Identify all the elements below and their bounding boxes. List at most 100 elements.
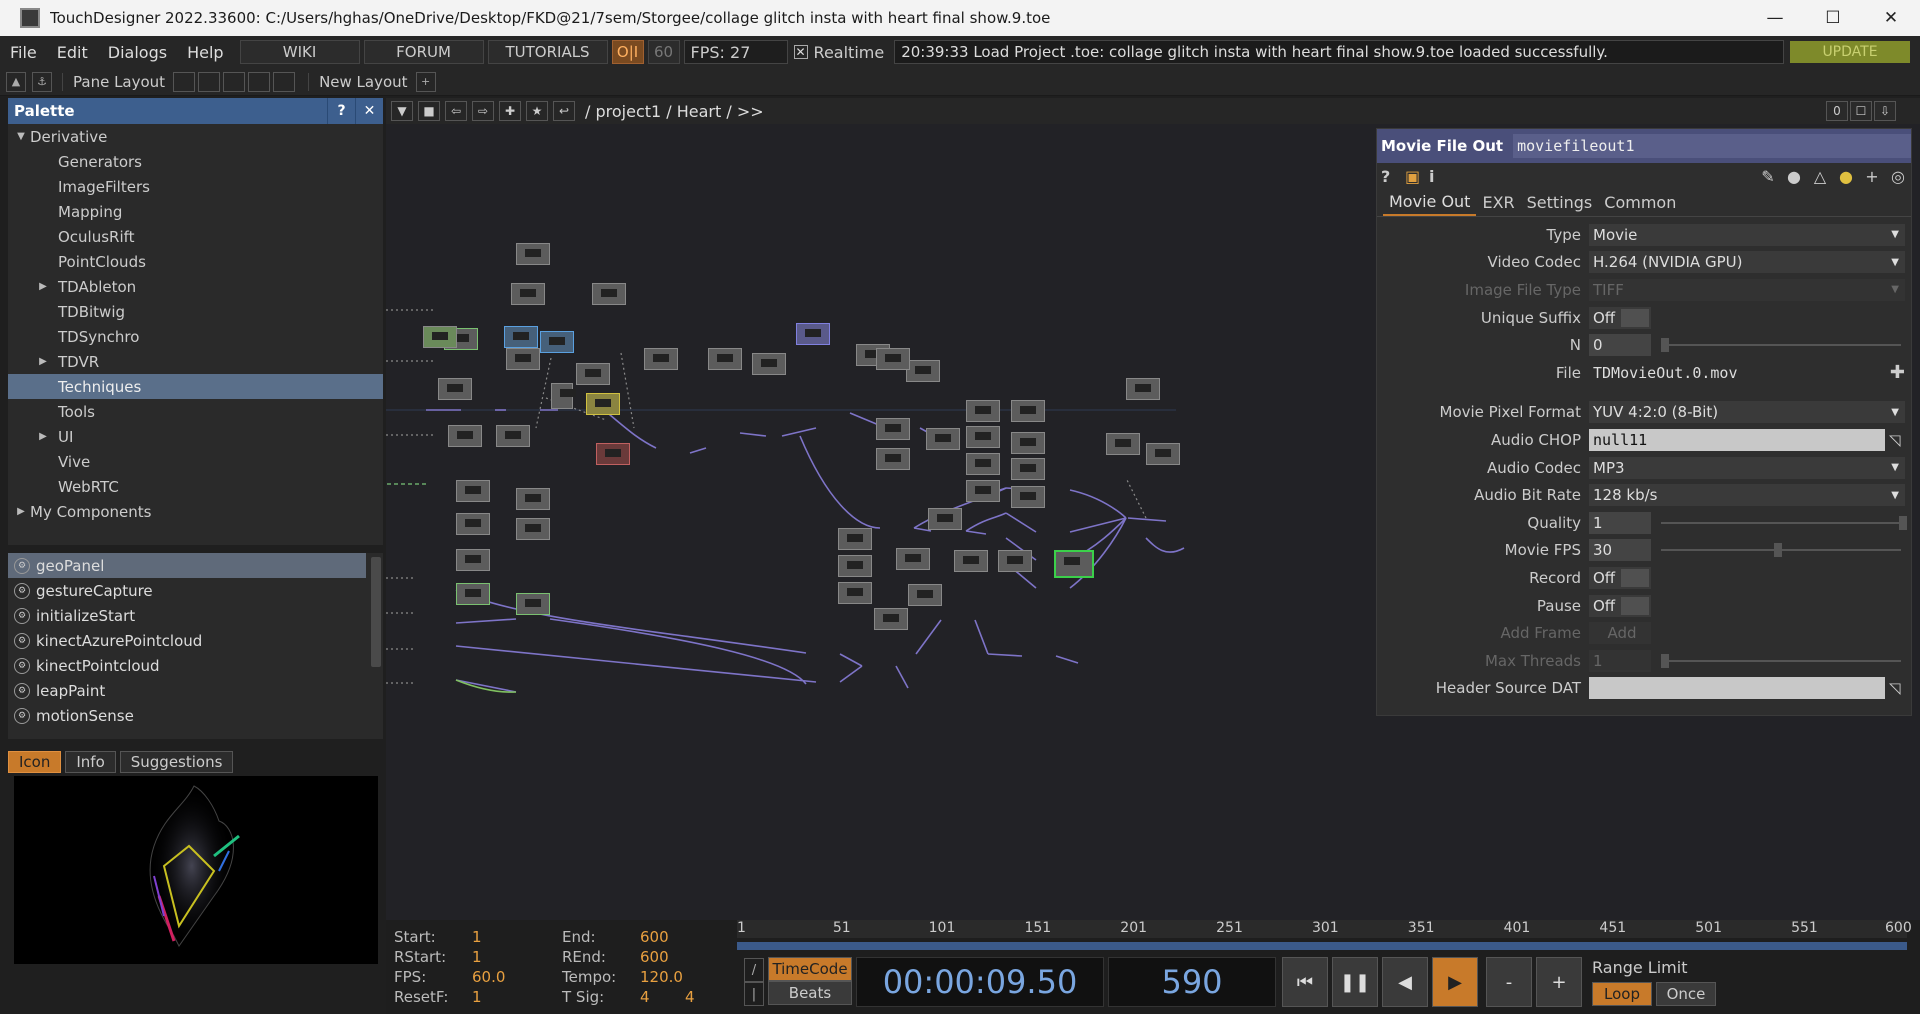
operator-node[interactable] bbox=[876, 418, 910, 440]
operator-node[interactable] bbox=[644, 348, 678, 370]
layout-four-button[interactable] bbox=[273, 71, 296, 92]
file-path-field[interactable]: TDMovieOut.0.mov bbox=[1589, 361, 1885, 384]
slider-handle[interactable] bbox=[1898, 515, 1907, 530]
operator-node[interactable] bbox=[926, 428, 960, 450]
palette-help-button[interactable]: ? bbox=[327, 98, 355, 124]
operator-node[interactable] bbox=[516, 593, 550, 615]
expand-arrow-icon[interactable]: ▶ bbox=[12, 506, 30, 517]
menu-dropdown-icon[interactable]: ▼ bbox=[391, 101, 413, 121]
perform-mode-button[interactable]: O|I bbox=[611, 40, 644, 64]
operator-reference-field[interactable]: null11 bbox=[1589, 428, 1885, 451]
parameter-slider[interactable] bbox=[1661, 653, 1901, 668]
layout-single-button[interactable] bbox=[173, 71, 196, 92]
parameter-tab[interactable]: Common bbox=[1598, 190, 1682, 216]
palette-tree-item[interactable]: ▶ My Components bbox=[8, 499, 383, 524]
tempo-value[interactable]: 120.0 bbox=[640, 968, 730, 988]
operator-node[interactable] bbox=[796, 323, 830, 345]
parameter-toggle[interactable]: Off bbox=[1589, 566, 1651, 589]
palette-tree-item[interactable]: ▶ TDVR bbox=[8, 349, 383, 374]
loop-button[interactable]: Loop bbox=[1592, 982, 1652, 1006]
pane-split-icon[interactable]: ⇩ bbox=[1874, 101, 1896, 121]
operator-node[interactable] bbox=[456, 549, 490, 571]
timecode-button[interactable]: TimeCode bbox=[768, 957, 852, 981]
expand-arrow-icon[interactable]: ▼ bbox=[12, 131, 30, 142]
operator-node[interactable] bbox=[456, 583, 490, 605]
operator-node[interactable] bbox=[456, 480, 490, 502]
rstart-value[interactable]: 1 bbox=[472, 948, 562, 968]
network-path[interactable]: / project1 / Heart / >> bbox=[585, 102, 764, 121]
fps-cap[interactable]: 60 bbox=[647, 40, 680, 64]
target-icon[interactable]: ◎ bbox=[1885, 167, 1911, 186]
tab-icon[interactable]: Icon bbox=[8, 751, 62, 773]
timeline-ruler[interactable]: 1 51 101 151 201 251 301 351 401 451 501 551 600 bbox=[737, 920, 1912, 938]
slider-handle[interactable] bbox=[1661, 338, 1669, 353]
beats-button[interactable]: Beats bbox=[768, 981, 852, 1005]
operator-node[interactable] bbox=[966, 480, 1000, 502]
new-layout-button[interactable]: + bbox=[415, 71, 436, 92]
end-value[interactable]: 600 bbox=[640, 928, 730, 948]
minimize-button[interactable]: — bbox=[1746, 0, 1804, 36]
operator-node[interactable] bbox=[511, 283, 545, 305]
operator-node[interactable] bbox=[906, 360, 940, 382]
expand-arrow-icon[interactable]: ▶ bbox=[34, 356, 52, 367]
operator-node[interactable] bbox=[540, 331, 574, 353]
resetf-value[interactable]: 1 bbox=[472, 988, 562, 1008]
operator-node[interactable] bbox=[908, 584, 942, 606]
operator-node[interactable] bbox=[838, 582, 872, 604]
operator-node[interactable] bbox=[504, 326, 538, 348]
up-icon[interactable]: ↩ bbox=[553, 101, 575, 121]
home-icon[interactable]: ✚ bbox=[499, 101, 521, 121]
parameter-tab[interactable]: EXR bbox=[1476, 190, 1520, 216]
frame-display[interactable]: 590 bbox=[1108, 957, 1276, 1007]
operator-node[interactable] bbox=[423, 326, 457, 348]
parameter-number-field[interactable]: 0 bbox=[1589, 334, 1651, 357]
operator-node[interactable] bbox=[966, 400, 1000, 422]
operator-node[interactable] bbox=[1126, 378, 1160, 400]
parameter-menu[interactable]: MP3 ▼ bbox=[1589, 456, 1905, 479]
operator-node[interactable] bbox=[752, 353, 786, 375]
add-frame-button[interactable]: Add bbox=[1589, 622, 1651, 645]
operator-node[interactable] bbox=[551, 383, 576, 409]
menu-help[interactable]: Help bbox=[177, 43, 233, 62]
palette-tree-item[interactable]: Mapping bbox=[8, 199, 383, 224]
menu-dialogs[interactable]: Dialogs bbox=[98, 43, 177, 62]
tsig-value[interactable]: 4 bbox=[640, 988, 685, 1008]
back-icon[interactable]: ⇦ bbox=[445, 101, 467, 121]
layout-split-h-button[interactable] bbox=[223, 71, 246, 92]
timeline-range-track[interactable] bbox=[737, 942, 1907, 950]
menu-file[interactable]: File bbox=[0, 43, 47, 62]
operator-node[interactable] bbox=[1011, 432, 1045, 454]
info-icon[interactable]: i bbox=[1429, 167, 1453, 186]
parameter-slider[interactable] bbox=[1661, 515, 1907, 530]
operator-node[interactable] bbox=[876, 348, 910, 370]
parameter-number-field[interactable]: 1 bbox=[1589, 649, 1651, 672]
component-list-item[interactable]: ⚙ leapPaint bbox=[8, 678, 366, 703]
comment-icon[interactable]: ● bbox=[1781, 167, 1807, 186]
palette-tree-item[interactable]: ▶ UI bbox=[8, 424, 383, 449]
parameter-tab[interactable]: Settings bbox=[1521, 190, 1599, 216]
operator-node[interactable] bbox=[456, 513, 490, 535]
step-back-icon[interactable]: ◀ bbox=[1382, 957, 1428, 1007]
component-list-item[interactable]: ⚙ initializeStart bbox=[8, 603, 366, 628]
component-list-item[interactable]: ⚙ geoPanel bbox=[8, 553, 366, 578]
operator-picker-icon[interactable]: ◹ bbox=[1889, 431, 1901, 449]
menu-edit[interactable]: Edit bbox=[47, 43, 98, 62]
timeline-slash-toggle[interactable]: / bbox=[744, 958, 764, 982]
operator-node[interactable] bbox=[596, 443, 630, 465]
tsig-value-2[interactable]: 4 bbox=[685, 988, 715, 1008]
pane-maximize-icon[interactable]: ☐ bbox=[1850, 101, 1872, 121]
operator-node[interactable] bbox=[438, 378, 472, 400]
parameter-menu[interactable]: Movie ▼ bbox=[1589, 223, 1905, 246]
component-list-item[interactable]: ⚙ gestureCapture bbox=[8, 578, 366, 603]
realtime-checkbox[interactable]: ✕ bbox=[793, 45, 808, 59]
component-list-item[interactable]: ⚙ motionSense bbox=[8, 703, 366, 728]
python-help-icon[interactable]: ▣ bbox=[1405, 167, 1429, 186]
expand-arrow-icon[interactable]: ▶ bbox=[34, 281, 52, 292]
maximize-button[interactable]: ☐ bbox=[1804, 0, 1862, 36]
parameter-toggle[interactable]: Off bbox=[1589, 594, 1651, 617]
palette-tree-item[interactable]: OculusRift bbox=[8, 224, 383, 249]
parameter-number-field[interactable]: 30 bbox=[1589, 539, 1651, 562]
operator-name-field[interactable]: moviefileout1 bbox=[1513, 134, 1911, 158]
palette-tree-item[interactable]: WebRTC bbox=[8, 474, 383, 499]
rend-value[interactable]: 600 bbox=[640, 948, 730, 968]
